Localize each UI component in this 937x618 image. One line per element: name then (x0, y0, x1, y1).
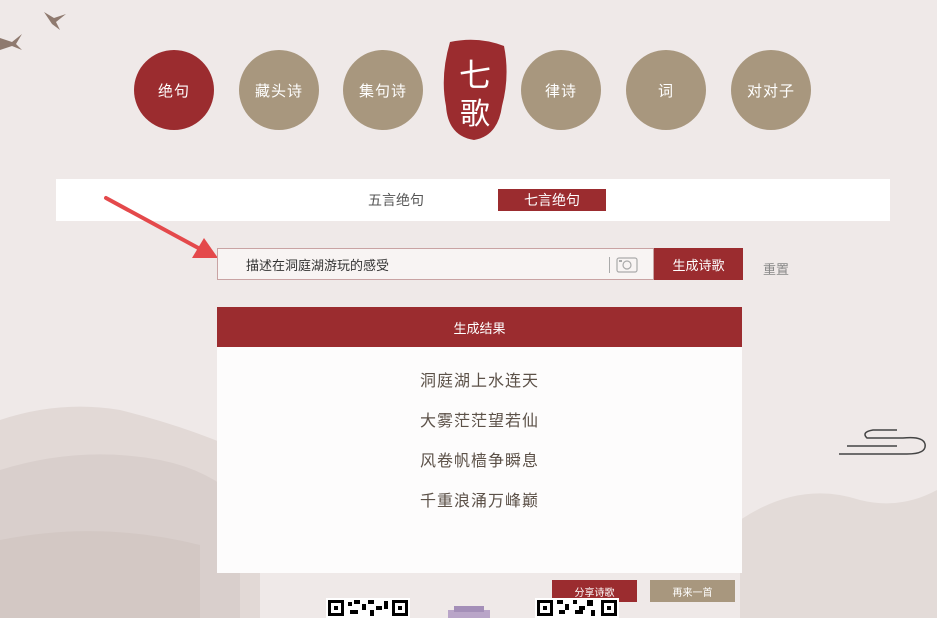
poem-prompt-input[interactable] (218, 249, 606, 279)
result-header: 生成结果 (217, 307, 742, 347)
nav-cangtoushi[interactable]: 藏头诗 (239, 50, 319, 130)
svg-text:七: 七 (459, 56, 491, 94)
search-box (217, 248, 654, 280)
another-poem-button[interactable]: 再来一首 (650, 580, 735, 602)
birds-decoration (0, 12, 66, 50)
poem-line: 千重浪涌万峰巅 (419, 491, 539, 510)
cloud-swirl-decoration (839, 429, 926, 455)
input-divider (609, 257, 610, 273)
tab-qiyan-jueju[interactable]: 七言绝句 (498, 189, 606, 211)
logo-seal: 七 歌 (438, 36, 512, 146)
center-emblem-icon (448, 606, 490, 618)
arrow-annotation-icon (104, 196, 218, 258)
nav-jijushi[interactable]: 集句诗 (343, 50, 423, 130)
poem-line: 大雾茫茫望若仙 (419, 411, 539, 430)
nav-lvshi[interactable]: 律诗 (521, 50, 601, 130)
poem-line: 风卷帆樯争瞬息 (419, 451, 539, 470)
nav-jueju[interactable]: 绝句 (134, 50, 214, 130)
nav-ci[interactable]: 词 (626, 50, 706, 130)
reset-button[interactable]: 重置 (763, 259, 789, 278)
camera-icon[interactable] (616, 255, 638, 273)
generate-poem-button[interactable]: 生成诗歌 (654, 248, 743, 280)
qr-code-left (326, 598, 410, 618)
qr-code-right (535, 598, 619, 618)
tab-wuyan-jueju[interactable]: 五言绝句 (356, 189, 436, 211)
result-card: 生成结果 洞庭湖上水连天 大雾茫茫望若仙 风卷帆樯争瞬息 千重浪涌万峰巅 (217, 307, 742, 573)
svg-text:歌: 歌 (460, 97, 490, 132)
nav-duiduizi[interactable]: 对对子 (731, 50, 811, 130)
poem-line: 洞庭湖上水连天 (419, 371, 539, 390)
